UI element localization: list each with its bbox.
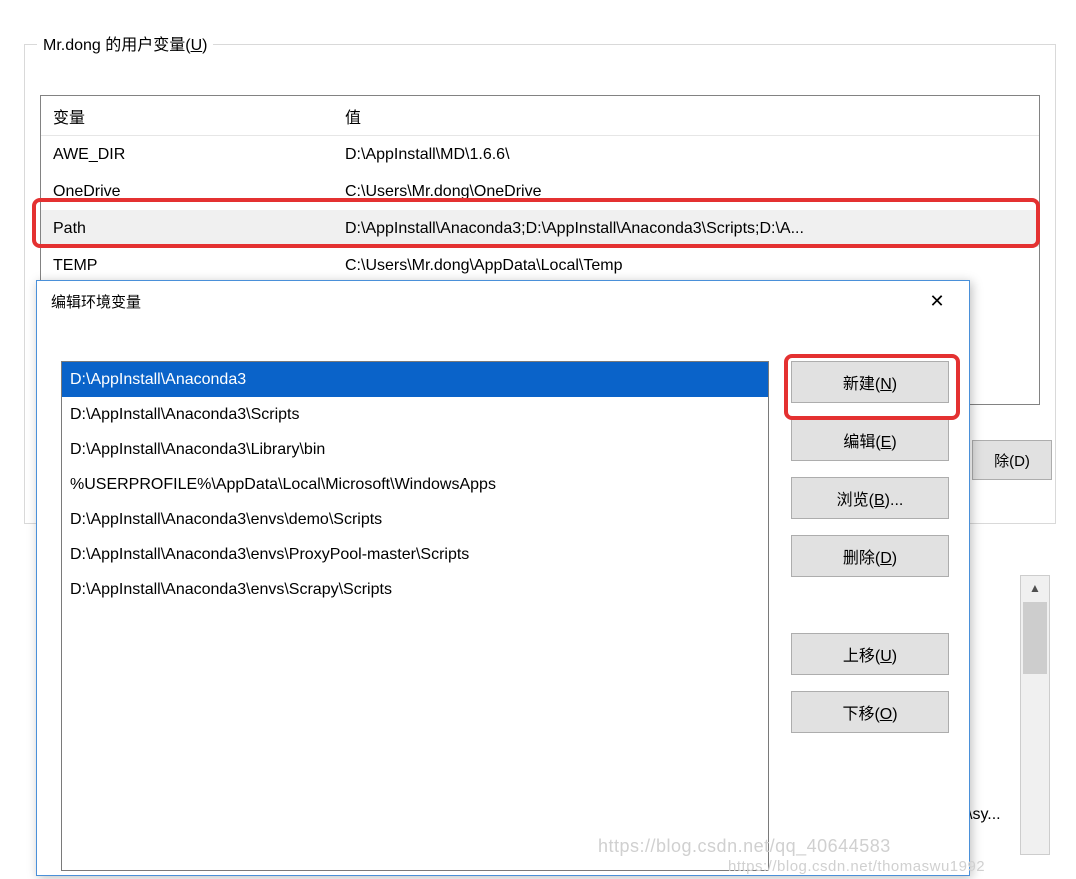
user-vars-title-post: ) [202,37,207,54]
var-value: C:\Users\Mr.dong\AppData\Local\Temp [345,257,1039,275]
dialog-buttons: 新建(N) 编辑(E) 浏览(B)... 删除(D) 上移(U) 下移(O) [791,361,949,749]
table-row[interactable]: TEMPC:\Users\Mr.dong\AppData\Local\Temp [41,247,1039,284]
scroll-thumb[interactable] [1023,602,1047,674]
close-button[interactable]: ✕ [915,286,959,316]
table-row[interactable]: PathD:\AppInstall\Anaconda3;D:\AppInstal… [41,210,1039,247]
edit-button[interactable]: 编辑(E) [791,419,949,461]
edit-path-dialog: 编辑环境变量 ✕ D:\AppInstall\Anaconda3D:\AppIn… [36,280,970,876]
bg-scrollbar[interactable]: ▲ [1020,575,1050,855]
user-vars-title-pre: Mr.dong 的用户变量( [43,37,191,54]
dialog-title: 编辑环境变量 [51,291,915,312]
scroll-up-icon[interactable]: ▲ [1021,576,1049,600]
window-root: Mr.dong 的用户变量(U) 变量 值 AWE_DIRD:\AppInsta… [0,0,1076,879]
move-down-button[interactable]: 下移(O) [791,691,949,733]
list-item[interactable]: D:\AppInstall\Anaconda3\envs\ProxyPool-m… [62,537,768,572]
var-name: OneDrive [53,183,345,201]
bg-delete-label: 除(D) [994,450,1030,471]
var-value: C:\Users\Mr.dong\OneDrive [345,183,1039,201]
close-icon: ✕ [929,291,944,312]
bg-delete-button[interactable]: 除(D) [972,440,1052,480]
table-row[interactable]: AWE_DIRD:\AppInstall\MD\1.6.6\ [41,136,1039,173]
delete-button[interactable]: 删除(D) [791,535,949,577]
list-item[interactable]: D:\AppInstall\Anaconda3\envs\demo\Script… [62,502,768,537]
list-item[interactable]: D:\AppInstall\Anaconda3\Scripts [62,397,768,432]
var-name: AWE_DIR [53,146,345,164]
var-value: D:\AppInstall\MD\1.6.6\ [345,146,1039,164]
bg-truncated-text: \sy... [968,806,1001,824]
dialog-titlebar[interactable]: 编辑环境变量 ✕ [37,281,969,321]
user-vars-title: Mr.dong 的用户变量(U) [37,31,213,55]
var-name: TEMP [53,257,345,275]
user-vars-header-name: 变量 [53,104,345,128]
list-item[interactable]: D:\AppInstall\Anaconda3 [62,362,768,397]
dialog-body: D:\AppInstall\Anaconda3D:\AppInstall\Ana… [37,321,969,875]
list-item[interactable]: D:\AppInstall\Anaconda3\envs\Scrapy\Scri… [62,572,768,607]
table-row[interactable]: OneDriveC:\Users\Mr.dong\OneDrive [41,173,1039,210]
move-up-button[interactable]: 上移(U) [791,633,949,675]
list-item[interactable]: %USERPROFILE%\AppData\Local\Microsoft\Wi… [62,467,768,502]
list-item[interactable]: D:\AppInstall\Anaconda3\Library\bin [62,432,768,467]
browse-button[interactable]: 浏览(B)... [791,477,949,519]
user-vars-header-value: 值 [345,104,1039,128]
user-vars-title-hotkey: U [191,37,203,54]
user-vars-header-row: 变量 值 [41,96,1039,136]
var-value: D:\AppInstall\Anaconda3;D:\AppInstall\An… [345,220,1039,238]
new-button[interactable]: 新建(N) [791,361,949,403]
path-list[interactable]: D:\AppInstall\Anaconda3D:\AppInstall\Ana… [61,361,769,871]
var-name: Path [53,220,345,238]
